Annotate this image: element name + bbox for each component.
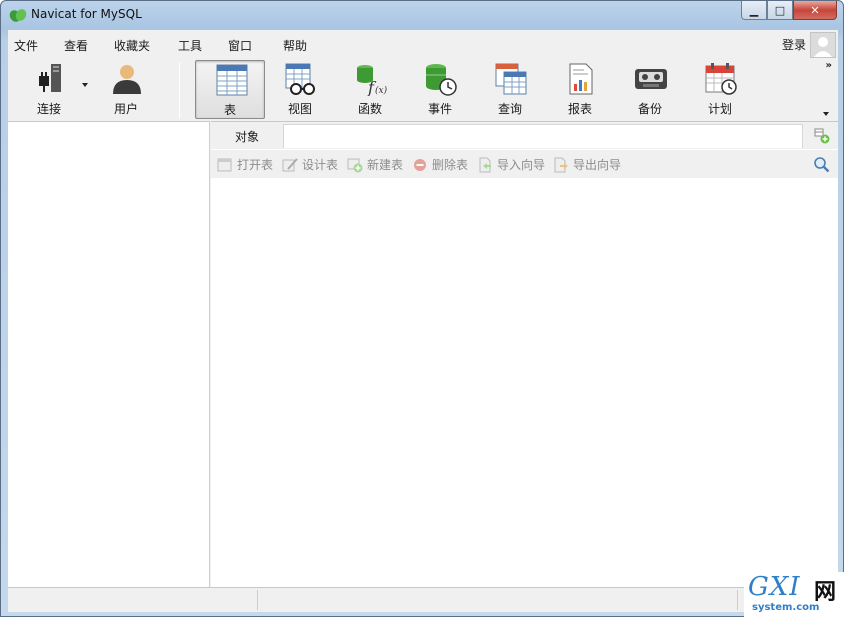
open-table-label: 打开表 [237,158,274,172]
function-label: 函数 [357,102,382,116]
toolbar-overflow-chevron-icon[interactable]: » [826,60,832,71]
login-link[interactable]: 登录 [782,36,806,53]
table-actions-bar: 打开表 设计表 新建表 删除表 导入向导 导出向导 [211,150,838,178]
status-segment-left [8,590,258,610]
title-bar[interactable]: Navicat for MySQL ▁ □ ✕ [1,1,843,29]
menu-tools[interactable]: 工具 [178,37,202,54]
schedule-icon [705,63,737,95]
view-label: 视图 [287,102,312,116]
import-wizard-button[interactable]: 导入向导 [477,156,545,173]
site-watermark: GXI 网 system.com [744,572,844,617]
backup-button[interactable]: 备份 [615,60,685,119]
user-button[interactable]: 用户 [91,60,161,119]
export-wizard-icon [554,157,568,172]
import-wizard-label: 导入向导 [497,158,546,172]
object-pane: 对象 打开表 设计表 新建表 删除表 导入向导 导出向导 [211,121,838,587]
schedule-label: 计划 [707,102,732,116]
report-icon [569,63,593,95]
table-button[interactable]: 表 [195,60,265,119]
object-tab-label[interactable]: 对象 [235,128,259,145]
export-wizard-button[interactable]: 导出向导 [553,156,621,173]
backup-label: 备份 [637,102,662,116]
avatar-user-icon [814,37,832,57]
import-wizard-icon [479,157,491,172]
main-toolbar: 连接 用户 表 视图 f (x) 函数 事件 查询 报表 备份 计划 » [8,58,838,121]
delete-table-button[interactable]: 删除表 [412,156,468,173]
open-table-button[interactable]: 打开表 [217,156,273,173]
delete-table-label: 删除表 [432,158,469,172]
connection-button[interactable]: 连接 [14,60,84,119]
event-button[interactable]: 事件 [405,60,475,119]
status-bar [8,587,838,612]
maximize-button[interactable]: □ [767,1,793,20]
event-icon [426,64,457,96]
menu-file[interactable]: 文件 [14,37,38,54]
connection-tree-pane[interactable] [8,121,210,587]
report-button[interactable]: 报表 [545,60,615,119]
search-icon[interactable] [813,156,830,173]
delete-table-icon [414,158,426,171]
query-label: 查询 [497,102,522,116]
app-window: Navicat for MySQL ▁ □ ✕ 文件 查看 收藏夹 工具 窗口 … [0,0,844,617]
close-button[interactable]: ✕ [793,1,837,20]
minimize-button[interactable]: ▁ [741,1,767,20]
new-table-label: 新建表 [367,158,404,172]
query-button[interactable]: 查询 [475,60,545,119]
table-icon [216,64,248,96]
avatar[interactable] [810,32,836,58]
connection-plug-icon [39,64,61,92]
status-segment-center [258,590,738,610]
watermark-domain-text: system.com [752,602,820,613]
table-label: 表 [223,103,236,117]
export-wizard-label: 导出向导 [573,158,622,172]
menu-view[interactable]: 查看 [64,37,88,54]
new-table-icon [347,158,363,172]
view-button[interactable]: 视图 [265,60,335,119]
menu-help[interactable]: 帮助 [283,37,307,54]
view-icon [285,63,315,95]
schedule-button[interactable]: 计划 [685,60,755,119]
window-title: Navicat for MySQL [31,7,142,21]
object-filter-field[interactable] [283,124,803,148]
user-label: 用户 [113,102,138,116]
menu-bar: 文件 查看 收藏夹 工具 窗口 帮助 登录 [8,30,838,58]
open-table-icon [217,158,232,171]
object-tab-bar: 对象 [211,122,838,149]
backup-icon [635,69,667,89]
menu-window[interactable]: 窗口 [228,37,252,54]
event-label: 事件 [427,102,452,116]
design-table-label: 设计表 [302,158,339,172]
watermark-logo-text: GXI [748,572,801,602]
toolbar-separator [179,62,180,118]
toolbar-overflow-dropdown-arrow[interactable] [823,112,829,116]
function-button[interactable]: f (x) 函数 [335,60,405,119]
navicat-logo-icon [9,9,27,22]
design-table-icon [282,157,298,171]
function-icon: f (x) [357,65,388,96]
design-table-button[interactable]: 设计表 [282,156,338,173]
user-icon [113,65,141,94]
new-table-button[interactable]: 新建表 [347,156,403,173]
connection-label: 连接 [36,102,61,116]
svg-text:(x): (x) [375,85,388,96]
client-area: 文件 查看 收藏夹 工具 窗口 帮助 登录 连接 用户 表 视图 f (x) 函… [8,30,838,612]
report-label: 报表 [567,102,592,116]
connection-dropdown-arrow[interactable] [82,83,88,87]
add-filter-icon[interactable] [814,128,830,144]
query-icon [495,63,527,95]
menu-favorites[interactable]: 收藏夹 [114,37,150,54]
